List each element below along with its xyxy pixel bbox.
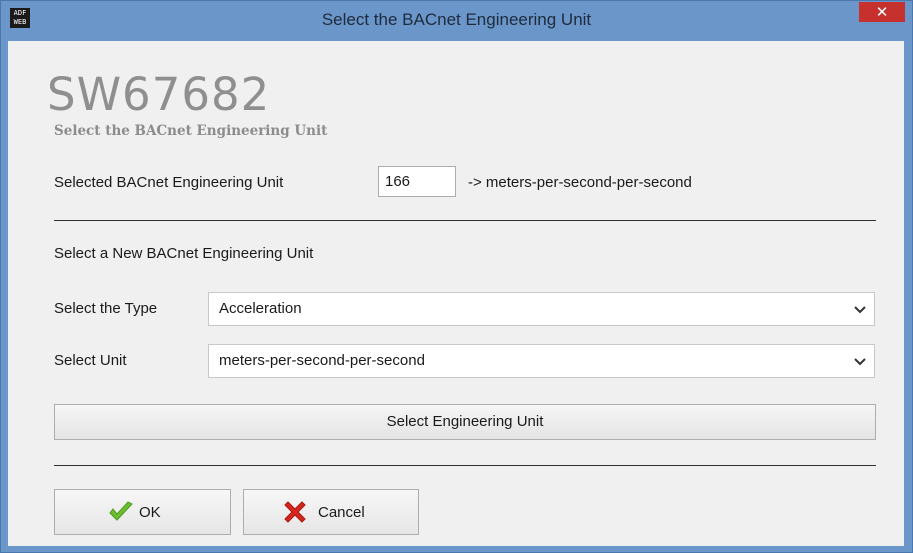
unit-select-value: meters-per-second-per-second xyxy=(219,352,425,369)
selected-unit-name: -> meters-per-second-per-second xyxy=(468,174,692,191)
divider-top xyxy=(54,220,876,221)
unit-select[interactable]: meters-per-second-per-second xyxy=(208,344,875,378)
product-code: SW67682 xyxy=(47,68,271,121)
cancel-button-label: Cancel xyxy=(318,504,365,521)
close-icon: ✕ xyxy=(875,3,889,21)
type-label: Select the Type xyxy=(54,300,158,317)
select-engineering-unit-button[interactable]: Select Engineering Unit xyxy=(54,404,876,440)
title-bar[interactable]: ADF WEB Select the BACnet Engineering Un… xyxy=(1,1,912,41)
type-select[interactable]: Acceleration xyxy=(208,292,875,326)
chevron-down-icon xyxy=(854,306,866,314)
page-subtitle: Select the BACnet Engineering Unit xyxy=(54,123,328,139)
red-x-icon xyxy=(284,501,306,523)
cancel-button[interactable]: Cancel xyxy=(243,489,419,535)
unit-label: Select Unit xyxy=(54,352,127,369)
divider-bottom xyxy=(54,465,876,466)
new-unit-heading: Select a New BACnet Engineering Unit xyxy=(54,245,314,262)
checkmark-icon xyxy=(109,501,133,521)
chevron-down-icon xyxy=(854,358,866,366)
ok-button[interactable]: OK xyxy=(54,489,231,535)
selected-unit-label: Selected BACnet Engineering Unit xyxy=(54,174,284,191)
type-select-value: Acceleration xyxy=(219,300,302,317)
close-button[interactable]: ✕ xyxy=(859,2,905,22)
window-title: Select the BACnet Engineering Unit xyxy=(321,10,592,29)
ok-button-label: OK xyxy=(139,504,161,521)
selected-unit-input[interactable]: 166 xyxy=(378,166,456,197)
